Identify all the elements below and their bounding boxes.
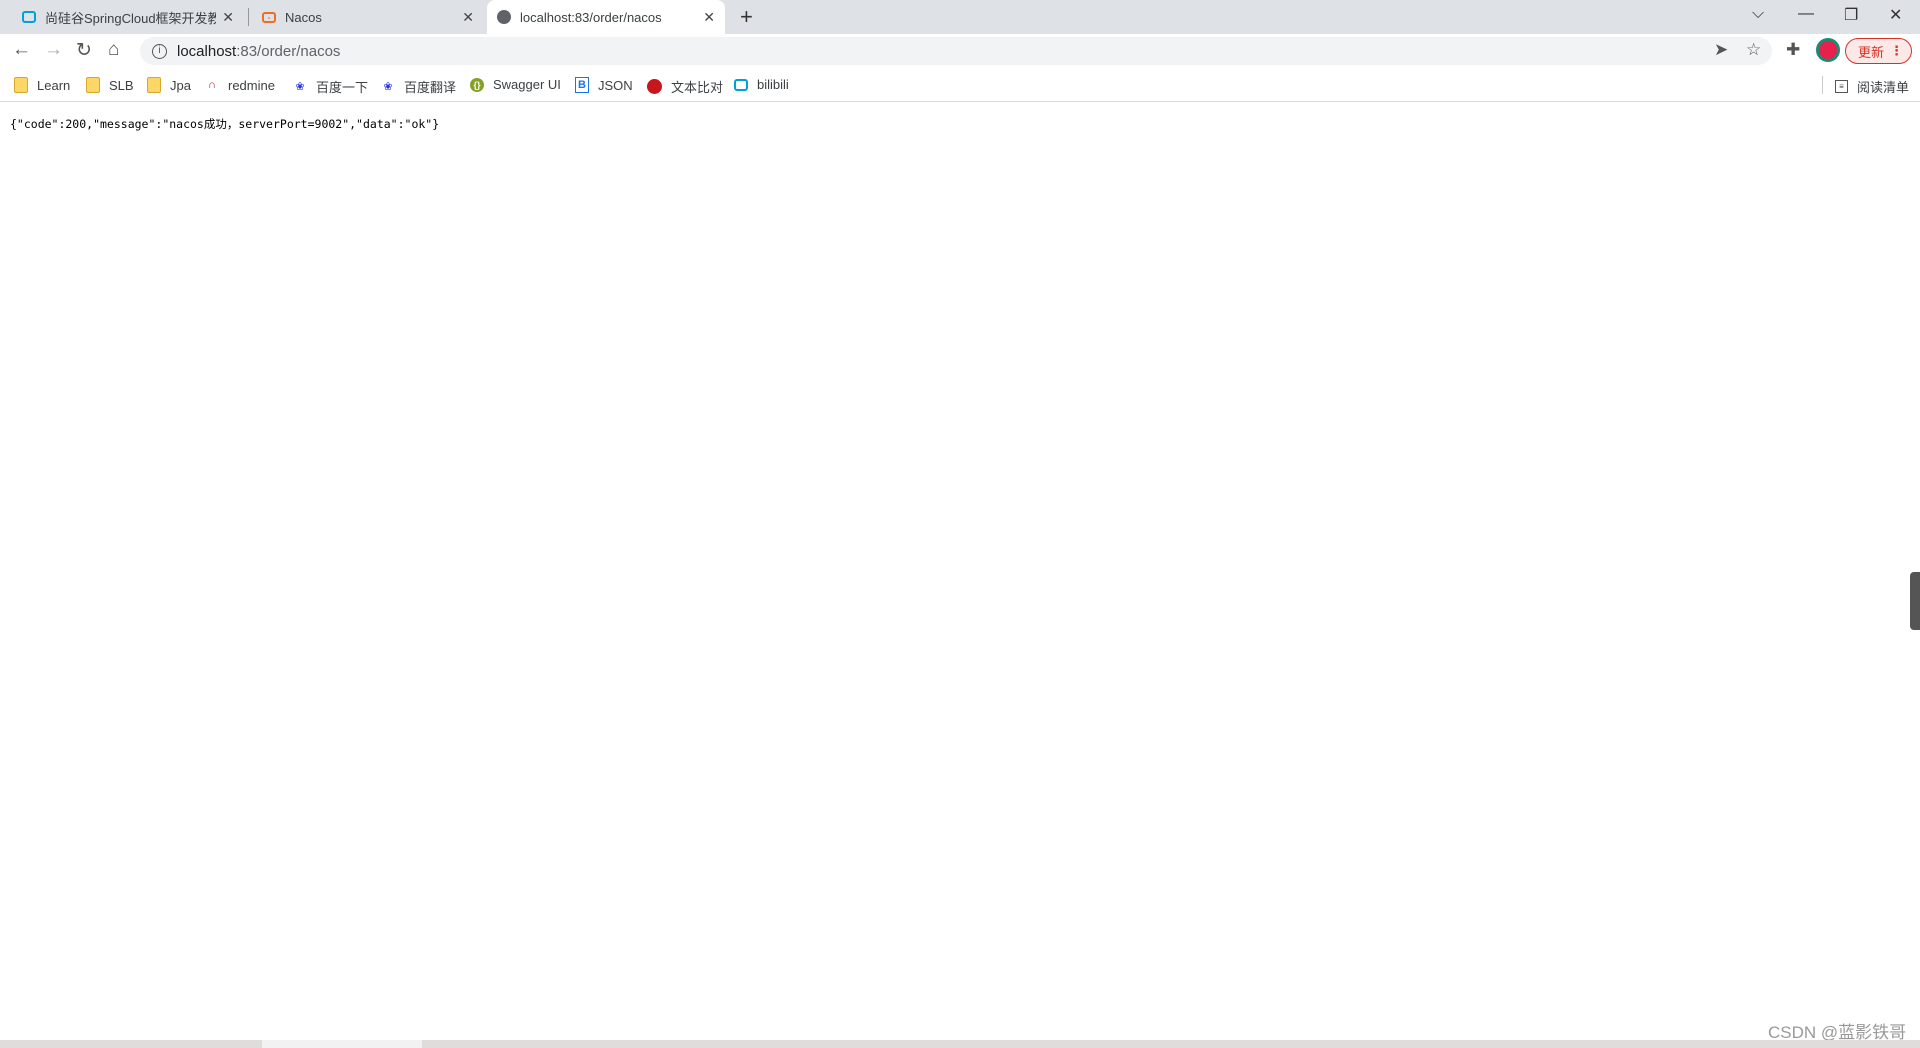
folder-icon xyxy=(86,77,100,93)
site-info-icon[interactable]: i xyxy=(152,43,167,59)
update-button[interactable]: 更新 ⋮ xyxy=(1845,38,1912,64)
bookmark-learn[interactable]: Learn xyxy=(14,77,70,93)
tab-strip: 尚硅谷SpringCloud框架开发教程 ✕ - Nacos ✕ localho… xyxy=(0,0,1920,34)
diff-icon xyxy=(647,79,662,94)
baidu-icon: ❀ xyxy=(383,81,393,93)
horizontal-scrollbar[interactable] xyxy=(0,1040,1920,1048)
bookmark-swagger[interactable]: {} Swagger UI xyxy=(470,77,561,92)
new-tab-button[interactable]: + xyxy=(740,4,753,30)
tab-nacos[interactable]: - Nacos ✕ xyxy=(252,0,484,34)
bookmark-label: JSON xyxy=(598,77,633,93)
close-window-button[interactable]: ✕ xyxy=(1889,5,1902,25)
close-tab-icon[interactable]: ✕ xyxy=(462,9,474,26)
bookmark-label: 百度一下 xyxy=(316,80,369,95)
reload-button[interactable]: ↻ xyxy=(76,39,92,62)
send-icon[interactable]: ➤ xyxy=(1714,40,1728,60)
tab-localhost[interactable]: localhost:83/order/nacos ✕ xyxy=(487,0,725,34)
tab-springcloud[interactable]: 尚硅谷SpringCloud框架开发教程 ✕ xyxy=(12,0,244,34)
bookmark-baidu-translate[interactable]: ❀ 百度翻译 xyxy=(381,77,456,96)
reading-list-button[interactable]: ≡ 阅读清单 xyxy=(1835,77,1909,96)
bookmark-jpa[interactable]: Jpa xyxy=(147,77,191,93)
bookmark-label: bilibili xyxy=(757,77,789,92)
bilibili-icon xyxy=(22,11,36,23)
bookmark-slb[interactable]: SLB xyxy=(86,77,134,93)
extensions-puzzle-icon[interactable]: ✚ xyxy=(1786,40,1800,60)
bookmark-json[interactable]: B JSON xyxy=(575,77,633,93)
forward-button[interactable]: → xyxy=(44,39,63,61)
close-tab-icon[interactable]: ✕ xyxy=(222,9,234,26)
baidu-icon: ❀ xyxy=(295,81,305,93)
folder-icon xyxy=(147,77,161,93)
reading-list-icon: ≡ xyxy=(1835,80,1848,93)
bookmark-diff[interactable]: 文本比对 xyxy=(647,77,723,96)
bookmarks-bar: Learn SLB Jpa ∩ redmine ❀ 百度一下 ❀ 百度翻译 {} Swa… xyxy=(0,68,1920,102)
scrollbar-thumb[interactable] xyxy=(262,1040,422,1048)
tab-title: localhost:83/order/nacos xyxy=(520,9,662,25)
reading-list-label: 阅读清单 xyxy=(1857,80,1910,95)
bookmark-star-icon[interactable]: ☆ xyxy=(1746,40,1761,60)
bookmark-label: SLB xyxy=(109,77,134,93)
back-button[interactable]: ← xyxy=(12,39,31,61)
bookmark-label: redmine xyxy=(228,77,275,93)
restore-button[interactable]: ❐ xyxy=(1844,5,1858,25)
url-host: localhost xyxy=(177,42,237,60)
bookmark-redmine[interactable]: ∩ redmine xyxy=(205,77,275,93)
address-bar[interactable]: i localhost:83/order/nacos xyxy=(140,37,1772,65)
bookmark-label: 文本比对 xyxy=(671,80,724,95)
json-icon: B xyxy=(575,77,589,93)
toolbar: ← → ↻ ⌂ i localhost:83/order/nacos ➤ ☆ ✚… xyxy=(0,34,1920,68)
bilibili-icon xyxy=(734,78,748,91)
bookmark-label: 百度翻译 xyxy=(404,80,457,95)
folder-icon xyxy=(14,77,28,93)
globe-icon xyxy=(497,10,511,24)
profile-avatar[interactable] xyxy=(1816,38,1840,62)
tab-title: Nacos xyxy=(285,9,322,25)
tab-divider xyxy=(248,8,249,26)
tab-title: 尚硅谷SpringCloud框架开发教程 xyxy=(45,10,217,26)
bookmark-label: Learn xyxy=(37,77,71,93)
home-button[interactable]: ⌂ xyxy=(108,39,119,61)
tab-search-chevron-icon[interactable]: ⌵ xyxy=(1752,5,1764,23)
json-response: {"code":200,"message":"nacos成功，serverPor… xyxy=(10,117,440,131)
minimize-button[interactable]: — xyxy=(1798,5,1814,23)
nacos-icon: - xyxy=(262,11,276,23)
side-widget[interactable] xyxy=(1910,572,1920,630)
close-tab-icon[interactable]: ✕ xyxy=(703,9,715,26)
swagger-icon: {} xyxy=(470,77,484,92)
bookmark-label: Swagger UI xyxy=(493,77,561,92)
bookmark-label: Jpa xyxy=(170,77,191,93)
bookmark-divider xyxy=(1822,76,1823,94)
url-path: :83/order/nacos xyxy=(236,42,341,60)
menu-dots-icon: ⋮ xyxy=(1890,43,1903,58)
update-label: 更新 xyxy=(1858,44,1885,60)
redmine-icon: ∩ xyxy=(208,79,216,91)
bookmark-bilibili[interactable]: bilibili xyxy=(734,77,789,92)
bookmark-baidu[interactable]: ❀ 百度一下 xyxy=(293,77,368,96)
